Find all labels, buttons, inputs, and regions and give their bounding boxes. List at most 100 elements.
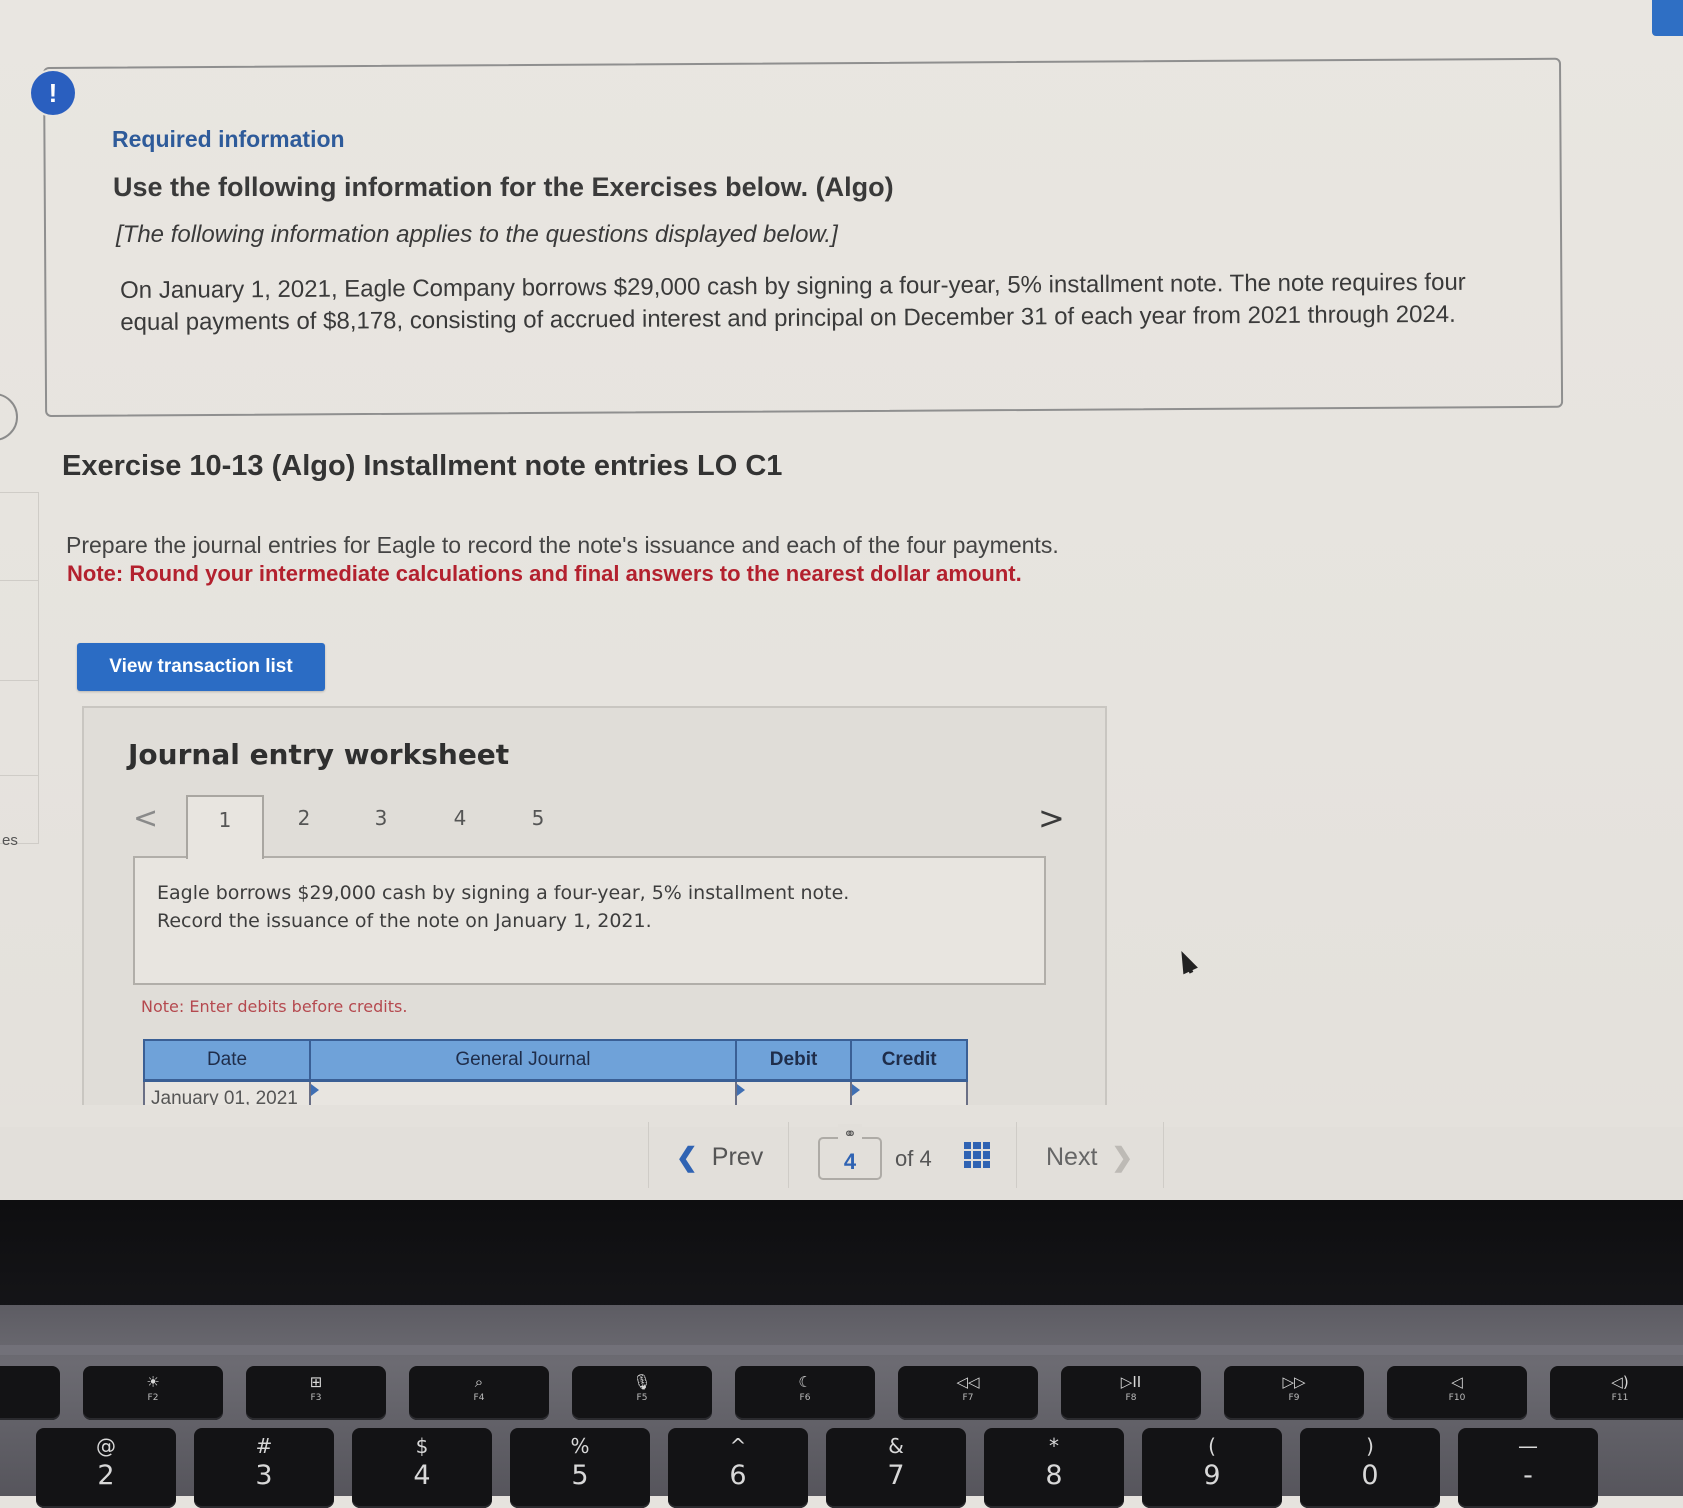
view-transaction-list-button[interactable]: View transaction list [77,643,325,691]
function-key-symbol-icon: ▷II [1120,1373,1142,1391]
screen: es ! Required information Use the follow… [0,0,1683,1200]
function-key-label: F4 [473,1393,485,1403]
function-key-f5: 🎙 F5 [572,1366,712,1420]
function-key-symbol-icon: ☼ [0,1373,60,1391]
function-key-f6: ☾ F6 [735,1366,875,1420]
sidebar-divider [0,680,38,681]
number-key-8: * 8 [984,1428,1124,1508]
number-key-4: $4 [352,1428,492,1508]
number-key-9: (9 [1142,1428,1282,1508]
function-key-symbol-icon: ⌕ [474,1373,484,1391]
key-shift-symbol: @ [96,1434,116,1458]
function-key-label: F7 [962,1393,974,1403]
chevron-left-icon[interactable]: < [133,801,158,836]
top-right-button[interactable] [1652,0,1683,36]
key-main-symbol: - [1523,1460,1533,1491]
key-main-symbol: 6 [729,1460,747,1491]
link-icon: ⚭ [838,1124,862,1143]
function-key-symbol-icon: ▷▷ [1282,1373,1306,1391]
page-total: of 4 [895,1146,932,1171]
dropdown-flag-icon [311,1084,320,1096]
tab-2[interactable]: 2 [284,806,324,830]
function-key-f7: ◁◁ F7 [898,1366,1038,1420]
chevron-right-icon[interactable]: > [1038,799,1065,837]
next-button[interactable]: Next ❯ [1046,1142,1133,1173]
tab-3[interactable]: 3 [361,806,401,830]
info-heading: Use the following information for the Ex… [113,172,894,202]
sidebar-partial-label[interactable]: es [2,832,18,849]
key-shift-symbol: & [888,1434,904,1458]
column-header-date: Date [142,1039,312,1082]
key-main-symbol: 7 [887,1460,905,1491]
debits-before-credits-note: Note: Enter debits before credits. [141,997,408,1016]
key-shift-symbol: ^ [729,1434,747,1458]
function-key-f1: ☼ F1 [0,1366,60,1420]
function-key-f11: ◁) F11 [1550,1366,1683,1420]
description-line-1: Eagle borrows $29,000 cash by signing a … [157,882,850,904]
key-main-symbol: 3 [255,1460,273,1491]
current-page-input[interactable]: 4 [818,1137,882,1180]
function-key-label: F9 [1288,1393,1300,1403]
key-shift-symbol: — [1518,1434,1538,1458]
tab-4[interactable]: 4 [440,806,480,830]
key-shift-symbol: * [1049,1434,1059,1458]
nav-divider [1163,1122,1164,1188]
function-key-label: F11 [1611,1393,1629,1403]
number-key-0: ) 0 [1300,1428,1440,1508]
function-key-symbol-icon: ☀ [146,1373,160,1391]
key-main-symbol: 9 [1203,1460,1221,1491]
function-key-label: F5 [636,1393,648,1403]
key-shift-symbol: # [255,1434,273,1458]
nav-divider [648,1122,649,1188]
sidebar-panel [0,492,39,844]
applies-note: [The following information applies to th… [116,221,838,248]
required-information-label: Required information [112,126,345,152]
nav-divider [788,1122,789,1188]
function-key-symbol-icon: ⊞ [309,1373,323,1391]
exercise-title: Exercise 10-13 (Algo) Installment note e… [62,450,783,482]
grid-view-icon[interactable] [964,1142,990,1168]
key-main-symbol: 5 [571,1460,589,1491]
worksheet-title: Journal entry worksheet [128,738,510,771]
transaction-description: Eagle borrows $29,000 cash by signing a … [157,879,849,935]
prev-button[interactable]: ❮ Prev [676,1142,763,1173]
function-key-symbol-icon: ☾ [798,1373,812,1391]
function-key-label: F8 [1125,1393,1137,1403]
column-header-debit: Debit [734,1039,853,1082]
column-header-credit: Credit [850,1039,968,1082]
function-key-f8: ▷II F8 [1061,1366,1201,1420]
sidebar-divider [0,775,38,776]
function-key-f9: ▷▷ F9 [1224,1366,1364,1420]
input-flag-icon [736,1084,745,1096]
info-paragraph: On January 1, 2021, Eagle Company borrow… [120,268,1466,336]
prev-label: Prev [711,1143,764,1171]
function-key-f10: ◁ F10 [1387,1366,1527,1420]
number-key-5: % 5 [510,1428,650,1508]
number-key-7: & 7 [826,1428,966,1508]
function-key-label: F6 [799,1393,811,1403]
tab-5[interactable]: 5 [518,806,558,830]
tab-1[interactable]: 1 [186,795,264,859]
function-key-symbol-icon: ◁ [1451,1373,1463,1391]
function-key-label: F2 [147,1393,159,1403]
keyboard-edge [0,1345,1683,1355]
function-key-symbol-icon: 🎙 [632,1373,652,1391]
number-key-6: ^ 6 [668,1428,808,1508]
key-shift-symbol: ) [1366,1434,1374,1458]
rounding-note: Note: Round your intermediate calculatio… [67,561,1022,586]
key-main-symbol: 8 [1045,1460,1063,1491]
function-key-symbol-icon: ◁◁ [956,1373,980,1391]
input-flag-icon [852,1084,861,1096]
column-header-general-journal: General Journal [309,1039,737,1082]
function-key-f3: ⊞ F3 [246,1366,386,1420]
function-key-label: F3 [310,1393,322,1403]
description-line-2: Record the issuance of the note on Janua… [157,910,652,932]
sidebar-toggle[interactable] [0,393,18,441]
exercise-instruction: Prepare the journal entries for Eagle to… [66,532,1059,558]
key-shift-symbol: % [570,1434,590,1458]
number-key-2: @2 [36,1428,176,1508]
alert-exclamation-icon: ! [31,71,75,115]
key-main-symbol: 4 [413,1460,431,1491]
number-key--: — - [1458,1428,1598,1508]
nav-divider [1016,1122,1017,1188]
